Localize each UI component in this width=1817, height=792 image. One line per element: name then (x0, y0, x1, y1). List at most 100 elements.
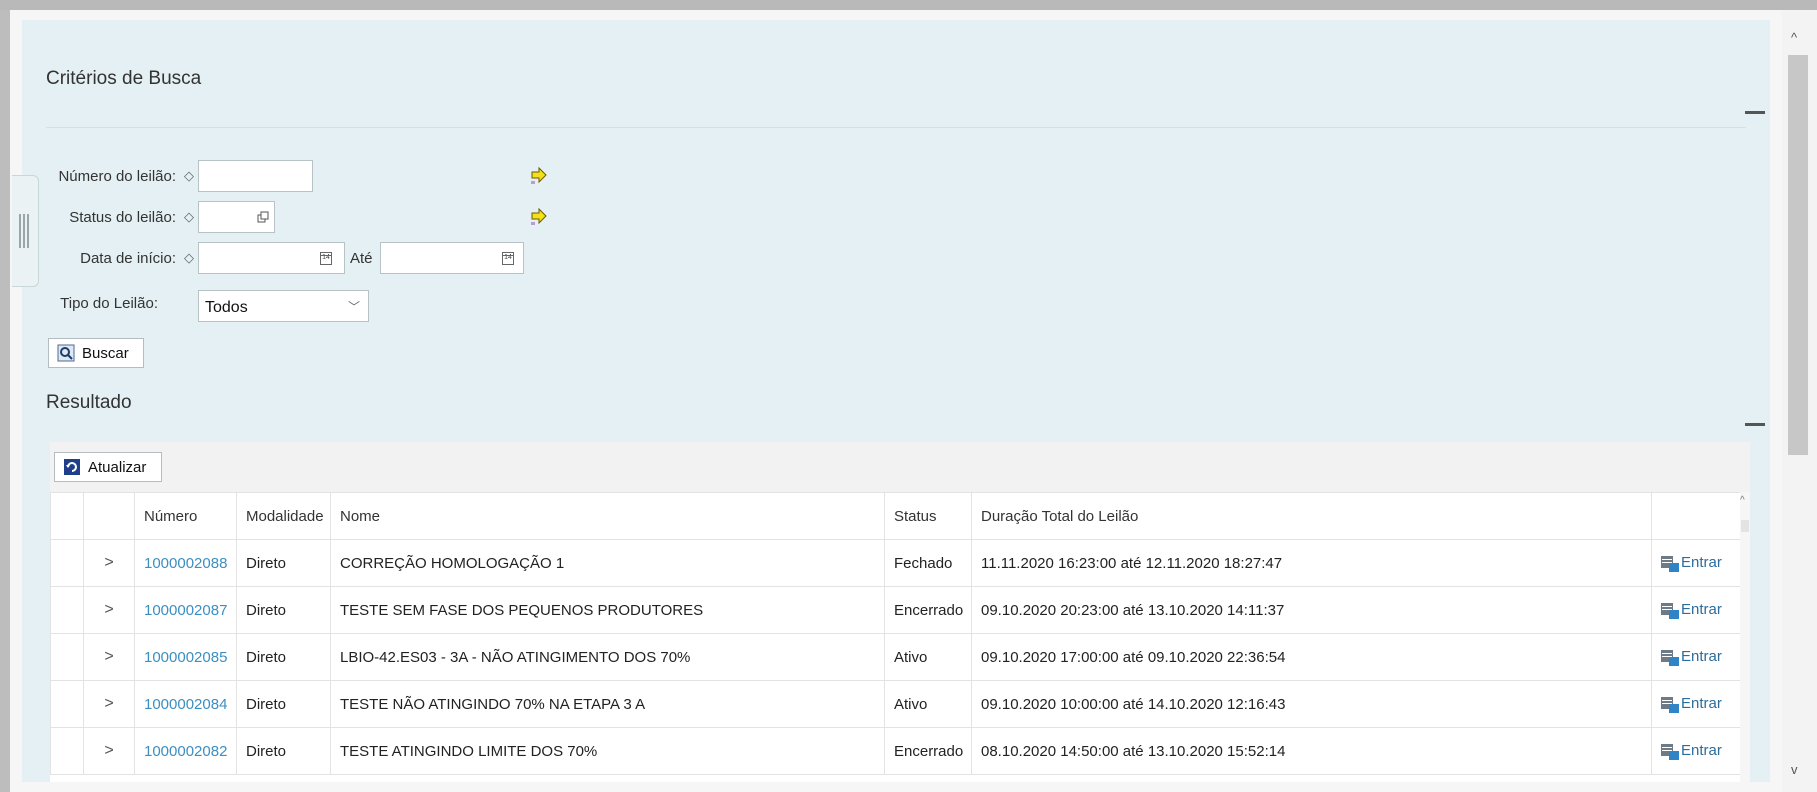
expand-chevron-icon[interactable]: > (83, 727, 135, 775)
result-table-panel: Atualizar Número Modalidade Nome Status … (50, 442, 1750, 782)
column-header-nome[interactable]: Nome (330, 492, 885, 540)
buscar-button[interactable]: Buscar (48, 338, 144, 368)
duracao-cell: 09.10.2020 17:00:00 até 09.10.2020 22:36… (971, 633, 1652, 681)
tipo-leilao-label: Tipo do Leilão: (60, 295, 158, 312)
numero-link[interactable]: 1000002084 (134, 680, 237, 728)
entrar-link[interactable]: Entrar (1651, 586, 1741, 634)
modalidade-cell: Direto (236, 680, 331, 728)
grid-icon (1661, 602, 1679, 619)
table-row[interactable]: > 1000002087 Direto TESTE SEM FASE DOS P… (50, 586, 1741, 634)
calendar-icon[interactable]: 14 (502, 252, 514, 265)
modalidade-cell: Direto (236, 633, 331, 681)
row-selector[interactable] (50, 586, 84, 634)
select-column-header[interactable] (50, 492, 84, 540)
numero-link[interactable]: 1000002087 (134, 586, 237, 634)
row-selector[interactable] (50, 680, 84, 728)
table-header-row: Número Modalidade Nome Status Duração To… (50, 492, 1741, 540)
nome-cell: TESTE NÃO ATINGINDO 70% NA ETAPA 3 A (330, 680, 885, 728)
criteria-divider (46, 127, 1746, 128)
data-fim-input[interactable]: 14 (380, 242, 524, 274)
entrar-link[interactable]: Entrar (1651, 633, 1741, 681)
duracao-cell: 08.10.2020 14:50:00 até 13.10.2020 15:52… (971, 727, 1652, 775)
column-header-modalidade[interactable]: Modalidade (236, 492, 331, 540)
criteria-title: Critérios de Busca (46, 68, 202, 89)
grid-icon (1661, 743, 1679, 760)
nome-cell: TESTE ATINGINDO LIMITE DOS 70% (330, 727, 885, 775)
tipo-leilao-value: Todos (205, 299, 248, 316)
column-header-status[interactable]: Status (884, 492, 972, 540)
column-header-action (1651, 492, 1741, 540)
table-row[interactable]: > 1000002088 Direto CORREÇÃO HOMOLOGAÇÃO… (50, 539, 1741, 587)
nome-cell: TESTE SEM FASE DOS PEQUENOS PRODUTORES (330, 586, 885, 634)
entrar-link[interactable]: Entrar (1651, 727, 1741, 775)
expand-chevron-icon[interactable]: > (83, 539, 135, 587)
column-header-numero[interactable]: Número (134, 492, 237, 540)
status-cell: Encerrado (884, 727, 972, 775)
status-leilao-label: Status do leilão: (69, 209, 176, 226)
entrar-label: Entrar (1681, 648, 1722, 666)
row-selector[interactable] (50, 539, 84, 587)
column-header-duracao[interactable]: Duração Total do Leilão (971, 492, 1652, 540)
entrar-link[interactable]: Entrar (1651, 539, 1741, 587)
row-selector[interactable] (50, 727, 84, 775)
window-left-border (0, 10, 10, 792)
entrar-link[interactable]: Entrar (1651, 680, 1741, 728)
numero-leilao-label: Número do leilão: (58, 168, 176, 185)
go-arrow-icon[interactable] (530, 166, 548, 184)
page-scrollbar[interactable]: ^ v (1782, 10, 1817, 792)
row-selector[interactable] (50, 633, 84, 681)
results-table: Número Modalidade Nome Status Duração To… (50, 492, 1741, 775)
result-toolbar: Atualizar (50, 442, 1750, 492)
calendar-icon[interactable]: 14 (320, 252, 332, 265)
refresh-icon (64, 459, 80, 475)
data-inicio-label: Data de início: (80, 250, 176, 267)
resultado-title: Resultado (46, 392, 132, 413)
search-icon (57, 344, 75, 362)
table-row[interactable]: > 1000002082 Direto TESTE ATINGINDO LIMI… (50, 727, 1741, 775)
table-scrollbar[interactable]: ^ (1740, 492, 1750, 782)
chevron-down-icon: ﹀ (347, 300, 360, 314)
value-help-icon[interactable] (257, 211, 269, 223)
side-panel-handle[interactable] (12, 175, 39, 287)
atualizar-button[interactable]: Atualizar (54, 452, 162, 482)
entrar-label: Entrar (1681, 601, 1722, 619)
modalidade-cell: Direto (236, 539, 331, 587)
status-cell: Ativo (884, 633, 972, 681)
status-cell: Ativo (884, 680, 972, 728)
numero-leilao-input[interactable] (198, 160, 313, 192)
criteria-collapse-button[interactable] (1745, 111, 1765, 114)
modalidade-cell: Direto (236, 586, 331, 634)
expand-chevron-icon[interactable]: > (83, 586, 135, 634)
numero-link[interactable]: 1000002088 (134, 539, 237, 587)
entrar-label: Entrar (1681, 695, 1722, 713)
scroll-down-icon[interactable]: v (1791, 762, 1798, 777)
expand-chevron-icon[interactable]: > (83, 633, 135, 681)
go-arrow-icon[interactable] (530, 207, 548, 225)
status-cell: Fechado (884, 539, 972, 587)
required-diamond-icon: ◇ (184, 209, 194, 224)
numero-link[interactable]: 1000002085 (134, 633, 237, 681)
table-row[interactable]: > 1000002085 Direto LBIO-42.ES03 - 3A - … (50, 633, 1741, 681)
required-diamond-icon: ◇ (184, 168, 194, 183)
duracao-cell: 09.10.2020 20:23:00 até 13.10.2020 14:11… (971, 586, 1652, 634)
scroll-up-icon[interactable]: ^ (1740, 495, 1745, 506)
status-leilao-input[interactable] (198, 201, 275, 233)
grid-icon (1661, 555, 1679, 572)
tipo-leilao-select[interactable]: Todos ﹀ (198, 290, 369, 322)
duracao-cell: 11.11.2020 16:23:00 até 12.11.2020 18:27… (971, 539, 1652, 587)
table-row[interactable]: > 1000002084 Direto TESTE NÃO ATINGINDO … (50, 680, 1741, 728)
status-cell: Encerrado (884, 586, 972, 634)
numero-link[interactable]: 1000002082 (134, 727, 237, 775)
entrar-label: Entrar (1681, 554, 1722, 572)
window-top-border (0, 0, 1817, 10)
atualizar-label: Atualizar (88, 459, 147, 476)
grid-icon (1661, 696, 1679, 713)
resultado-collapse-button[interactable] (1745, 423, 1765, 426)
duracao-cell: 09.10.2020 10:00:00 até 14.10.2020 12:16… (971, 680, 1652, 728)
table-scrollbar-thumb[interactable] (1741, 520, 1749, 532)
data-inicio-input[interactable]: 14 (198, 242, 345, 274)
page-scrollbar-thumb[interactable] (1788, 55, 1808, 455)
expand-chevron-icon[interactable]: > (83, 680, 135, 728)
scroll-up-icon[interactable]: ^ (1791, 30, 1797, 45)
buscar-label: Buscar (82, 345, 129, 362)
